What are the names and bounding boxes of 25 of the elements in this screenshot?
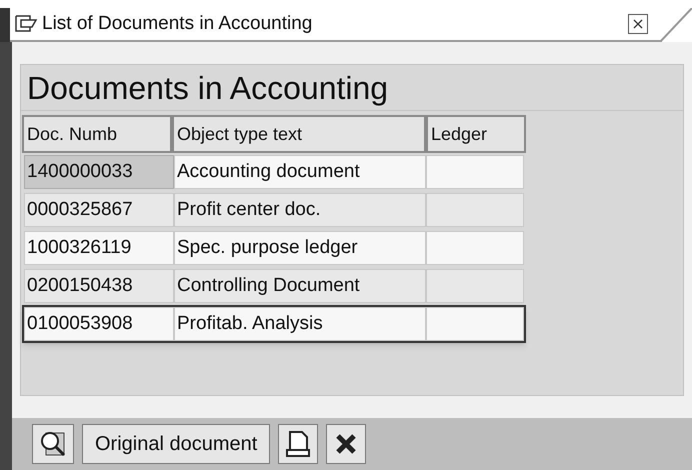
close-icon xyxy=(632,18,644,30)
column-header[interactable]: Ledger xyxy=(426,115,526,153)
table-cell: Spec. purpose ledger xyxy=(174,231,426,265)
title-bar-marker xyxy=(0,8,10,42)
table-cell: 0200150438 xyxy=(24,269,174,303)
magnifier-icon xyxy=(38,429,68,459)
section-heading: Documents in Accounting xyxy=(27,68,388,108)
table-cell: 1400000033 xyxy=(24,155,174,189)
table-cell: 0000325867 xyxy=(24,193,174,227)
print-icon xyxy=(284,429,312,459)
original-document-button[interactable]: Original document xyxy=(82,424,270,464)
window-icon xyxy=(14,14,38,34)
cancel-button[interactable] xyxy=(326,424,366,464)
table-cell: Profitab. Analysis xyxy=(174,307,426,341)
close-button[interactable] xyxy=(628,14,648,34)
table-cell: 1000326119 xyxy=(24,231,174,265)
table-cell: 0100053908 xyxy=(24,307,174,341)
table-cell: Profit center doc. xyxy=(174,193,426,227)
column-header[interactable]: Doc. Numb xyxy=(22,115,172,153)
table-cell: Controlling Document xyxy=(174,269,426,303)
window-title: List of Documents in Accounting xyxy=(42,12,312,36)
detail-search-button[interactable] xyxy=(32,424,74,464)
table-cell: Accounting document xyxy=(174,155,426,189)
print-button[interactable] xyxy=(278,424,318,464)
column-header[interactable]: Object type text xyxy=(172,115,426,153)
